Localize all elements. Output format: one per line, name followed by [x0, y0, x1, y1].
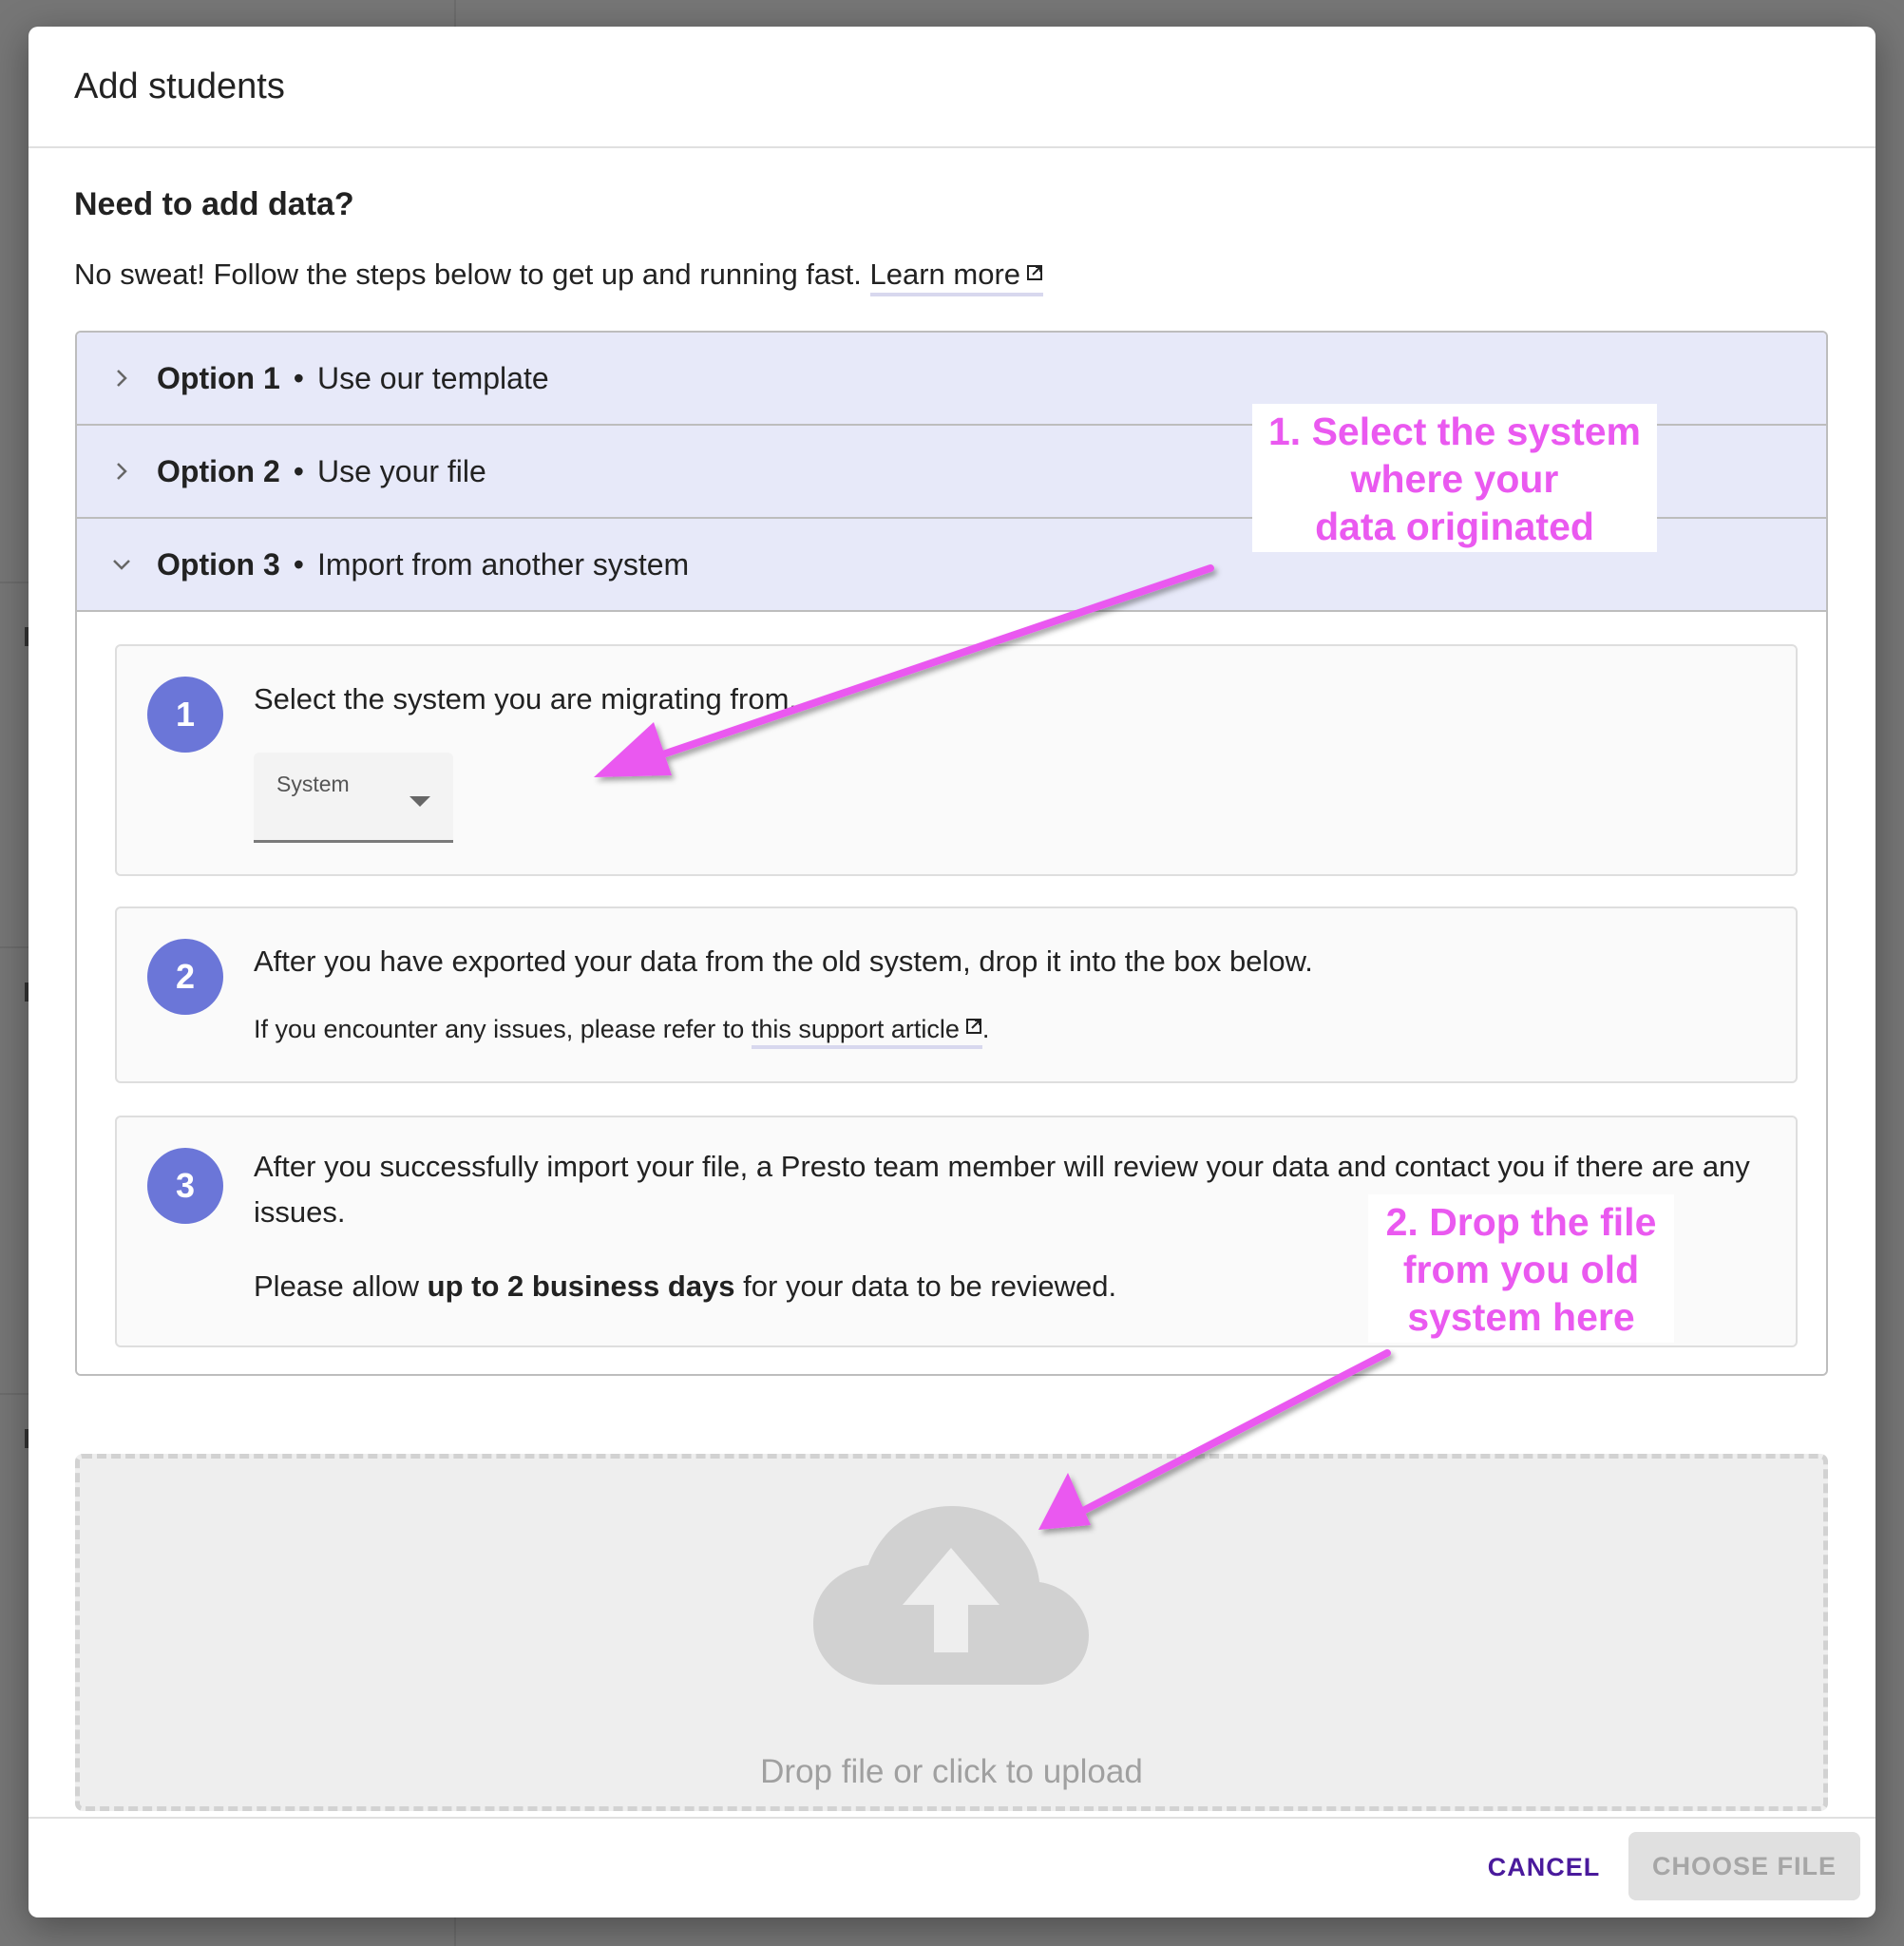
chevron-right-icon: [117, 370, 127, 387]
intro-text: No sweat! Follow the steps below to get …: [74, 258, 1044, 296]
chevron-right-icon: [117, 463, 127, 480]
annotation-line: where your: [1350, 457, 1559, 501]
dropdown-caret-icon: [409, 796, 430, 807]
option-separator: •: [293, 546, 304, 582]
step-card-1: 1 Select the system you are migrating fr…: [115, 644, 1798, 876]
annotation-line: from you old: [1402, 1248, 1640, 1291]
step-text: Select the system you are migrating from…: [254, 682, 798, 715]
chevron-down-icon: [113, 560, 130, 570]
support-link-label: this support article: [751, 1015, 960, 1043]
step-badge: 3: [147, 1148, 223, 1224]
step-support-text: If you encounter any issues, please refe…: [254, 1015, 990, 1049]
step-badge: 2: [147, 939, 223, 1015]
review-note-suffix: for your data to be reviewed.: [743, 1269, 1117, 1303]
learn-more-link[interactable]: Learn more: [869, 258, 1044, 296]
annotation-line: data originated: [1315, 505, 1594, 548]
intro-text-body: No sweat! Follow the steps below to get …: [74, 258, 862, 291]
support-prefix: If you encounter any issues, please refe…: [254, 1015, 745, 1043]
option-separator: •: [293, 360, 304, 395]
system-select-label: System: [276, 772, 350, 796]
option-description: Import from another system: [316, 546, 690, 582]
support-suffix: .: [981, 1015, 990, 1043]
option-label: Option 1: [157, 360, 280, 395]
section-title: Need to add data?: [74, 186, 354, 222]
external-link-icon: [1027, 265, 1043, 280]
dialog-header: Add students: [29, 27, 1875, 148]
option-description: Use your file: [316, 453, 486, 488]
cloud-upload-icon: [813, 1506, 1089, 1685]
annotation-select-system: 1. Select the system where your data ori…: [1252, 404, 1657, 552]
support-article-link[interactable]: this support article: [751, 1015, 982, 1049]
file-dropzone[interactable]: Drop file or click to upload: [75, 1454, 1828, 1811]
option-description: Use our template: [316, 360, 549, 395]
learn-more-label: Learn more: [869, 258, 1021, 291]
cancel-button[interactable]: CANCEL: [1473, 1835, 1615, 1899]
footer-divider: [29, 1817, 1875, 1819]
annotation-line: 2. Drop the file: [1385, 1200, 1657, 1244]
review-note-prefix: Please allow: [254, 1269, 420, 1303]
system-select[interactable]: System: [254, 753, 453, 843]
review-note-bold: up to 2 business days: [427, 1269, 735, 1303]
review-note: Please allow up to 2 business days for y…: [254, 1269, 1116, 1304]
step-badge: 1: [147, 677, 223, 753]
step-text: After you have exported your data from t…: [254, 944, 1313, 978]
add-students-dialog: Add students Need to add data? No sweat!…: [29, 27, 1875, 1917]
annotation-drop-file: 2. Drop the file from you old system her…: [1368, 1194, 1674, 1343]
annotation-line: system here: [1407, 1295, 1635, 1339]
option-label: Option 2: [157, 453, 280, 488]
dropzone-text: Drop file or click to upload: [760, 1753, 1143, 1790]
dialog-title: Add students: [74, 66, 285, 106]
choose-file-button[interactable]: CHOOSE FILE: [1628, 1832, 1860, 1900]
annotation-line: 1. Select the system: [1268, 410, 1641, 453]
option-label: Option 3: [157, 546, 280, 582]
step-card-2: 2 After you have exported your data from…: [115, 906, 1798, 1083]
external-link-icon: [965, 1019, 981, 1034]
option-separator: •: [293, 453, 304, 488]
